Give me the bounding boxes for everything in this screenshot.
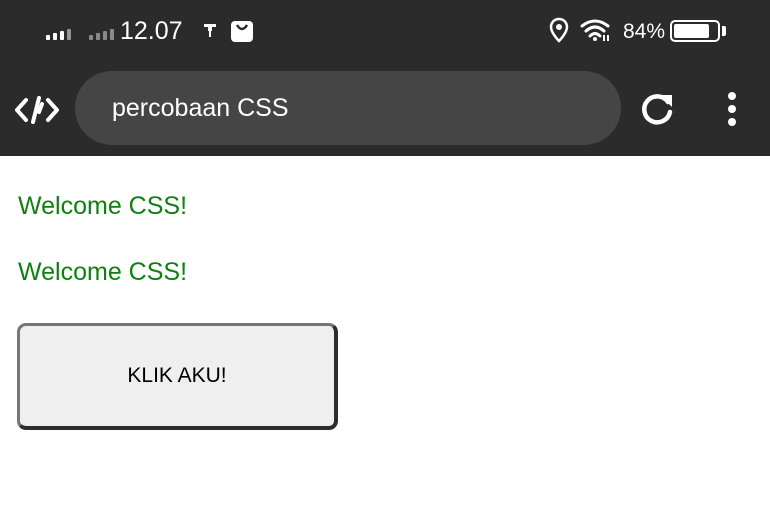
wifi-icon <box>580 19 610 41</box>
code-editor-logo-icon[interactable] <box>14 94 60 126</box>
battery-level <box>674 24 709 38</box>
battery-percent: 84% <box>623 20 666 43</box>
signal-bars-dim-icon <box>89 26 114 40</box>
address-text: percobaan CSS <box>112 93 289 122</box>
shopping-bag-icon <box>231 21 253 42</box>
status-time: 12.07 <box>120 17 183 45</box>
more-vert-icon[interactable] <box>720 90 744 128</box>
signal-bars-icon <box>46 26 71 40</box>
reload-icon[interactable] <box>638 90 676 128</box>
battery-icon <box>670 20 720 42</box>
address-bar[interactable]: percobaan CSS <box>75 71 621 145</box>
klik-aku-button[interactable]: KLIK AKU! <box>17 323 338 430</box>
welcome-text-1: Welcome CSS! <box>18 192 188 220</box>
location-icon <box>549 17 569 43</box>
battery-cap <box>722 26 726 36</box>
welcome-text-2: Welcome CSS! <box>18 258 188 286</box>
status-bar: 12.07 84% <box>0 0 770 66</box>
usb-icon <box>204 24 216 37</box>
